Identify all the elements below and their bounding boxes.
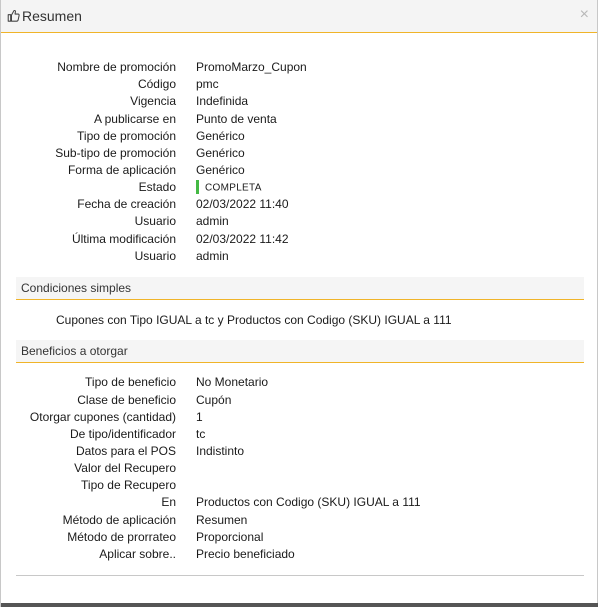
benefit-row: Aplicar sobre.. Precio beneficiado <box>1 546 598 563</box>
field-label: Código <box>137 77 176 91</box>
field-label: Método de prorrateo <box>67 530 176 544</box>
field-value: 02/03/2022 11:42 <box>196 232 289 246</box>
status-text: COMPLETA <box>205 182 262 194</box>
field-label: Estado <box>138 180 176 194</box>
field-label: Última modificación <box>71 232 176 246</box>
summary-row: Nombre de promoción PromoMarzo_Cupon <box>1 59 598 76</box>
bottom-bar <box>1 603 598 607</box>
field-label: Tipo de promoción <box>77 129 176 143</box>
field-label: Tipo de Recupero <box>81 478 176 492</box>
summary-row: Usuario admin <box>1 248 598 265</box>
field-value: pmc <box>196 77 219 91</box>
summary-row: A publicarse en Punto de venta <box>1 111 598 128</box>
benefit-row: Tipo de beneficio No Monetario <box>1 374 598 391</box>
benefit-row: En Productos con Codigo (SKU) IGUAL a 11… <box>1 494 598 511</box>
conditions-text: Cupones con Tipo IGUAL a tc y Productos … <box>56 313 452 327</box>
field-label: Usuario <box>134 249 176 263</box>
field-label: De tipo/identificador <box>69 427 176 441</box>
field-value: Indefinida <box>196 94 249 108</box>
benefit-row: Otorgar cupones (cantidad) 1 <box>1 409 598 426</box>
conditions-title: Condiciones simples <box>21 281 132 295</box>
benefits-header: Beneficios a otorgar <box>16 340 584 363</box>
summary-row: Última modificación 02/03/2022 11:42 <box>1 231 598 248</box>
field-value: tc <box>196 427 206 441</box>
field-label: Nombre de promoción <box>57 60 176 74</box>
field-value: Proporcional <box>196 530 264 544</box>
summary-row: Forma de aplicación Genérico <box>1 162 598 179</box>
field-value: Genérico <box>196 129 245 143</box>
benefit-row: Tipo de Recupero <box>1 477 598 494</box>
field-value: Resumen <box>196 513 248 527</box>
field-label: Fecha de creación <box>77 197 176 211</box>
field-label: Aplicar sobre.. <box>99 547 176 561</box>
dialog-title: Resumen <box>22 8 82 24</box>
field-label: Datos para el POS <box>75 444 176 458</box>
conditions-header: Condiciones simples <box>16 277 584 300</box>
field-label: A publicarse en <box>93 112 176 126</box>
field-value: Productos con Codigo (SKU) IGUAL a 111 <box>196 495 421 509</box>
field-label: Vigencia <box>130 94 176 108</box>
field-value: admin <box>196 249 229 263</box>
benefit-row: Valor del Recupero <box>1 460 598 477</box>
field-value: Indistinto <box>196 444 245 458</box>
divider <box>16 575 584 576</box>
summary-row: Tipo de promoción Genérico <box>1 128 598 145</box>
benefit-row: Clase de beneficio Cupón <box>1 392 598 409</box>
status-indicator <box>196 179 199 194</box>
field-value: Genérico <box>196 163 245 177</box>
field-label: Usuario <box>134 214 176 228</box>
summary-row: Código pmc <box>1 76 598 93</box>
status-badge: COMPLETA <box>196 179 262 196</box>
benefit-row: De tipo/identificador tc <box>1 426 598 443</box>
field-label: Otorgar cupones (cantidad) <box>29 410 176 424</box>
field-value: Genérico <box>196 146 245 160</box>
field-value: 02/03/2022 11:40 <box>196 197 289 211</box>
benefit-row: Datos para el POS Indistinto <box>1 443 598 460</box>
field-label: En <box>161 495 176 509</box>
summary-row: Usuario admin <box>1 213 598 230</box>
field-label: Tipo de beneficio <box>85 375 176 389</box>
field-label: Forma de aplicación <box>67 163 176 177</box>
field-label: Clase de beneficio <box>77 393 176 407</box>
dialog-header: Resumen × <box>1 0 597 33</box>
thumbs-up-icon <box>7 9 20 22</box>
field-value: Punto de venta <box>196 112 277 126</box>
field-value: Precio beneficiado <box>196 547 295 561</box>
summary-row: Sub-tipo de promoción Genérico <box>1 145 598 162</box>
field-label: Sub-tipo de promoción <box>55 146 176 160</box>
benefits-title: Beneficios a otorgar <box>21 344 128 358</box>
field-value: 1 <box>196 410 203 424</box>
field-value: admin <box>196 214 229 228</box>
field-label: Valor del Recupero <box>74 461 176 475</box>
field-value: No Monetario <box>196 375 269 389</box>
field-value: Cupón <box>196 393 232 407</box>
benefit-row: Método de aplicación Resumen <box>1 512 598 529</box>
summary-dialog: Resumen × Nombre de promoción PromoMarzo… <box>0 0 598 607</box>
benefit-row: Método de prorrateo Proporcional <box>1 529 598 546</box>
close-icon[interactable]: × <box>580 7 589 23</box>
summary-row: Vigencia Indefinida <box>1 93 598 110</box>
field-value: PromoMarzo_Cupon <box>196 60 307 74</box>
summary-row: Estado COMPLETA <box>1 179 598 196</box>
field-label: Método de aplicación <box>62 513 176 527</box>
summary-row: Fecha de creación 02/03/2022 11:40 <box>1 196 598 213</box>
